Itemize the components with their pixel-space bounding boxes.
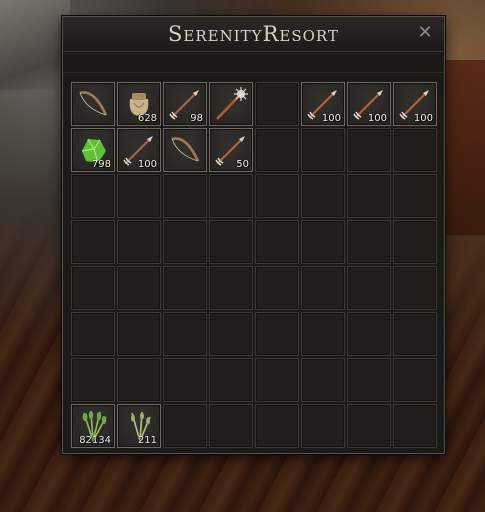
close-icon[interactable]: ✕	[416, 24, 434, 42]
item-quantity: 628	[137, 113, 157, 124]
item-quantity: 100	[137, 159, 157, 170]
inventory-slot-empty[interactable]	[117, 174, 161, 218]
inventory-slot-arrow[interactable]: 50	[209, 128, 253, 172]
inventory-slot-empty[interactable]	[393, 220, 437, 264]
inventory-slot-spiked-arrow[interactable]	[209, 82, 253, 126]
inventory-slot-empty[interactable]	[301, 266, 345, 310]
inventory-slot-empty[interactable]	[209, 174, 253, 218]
inventory-slot-empty[interactable]	[255, 128, 299, 172]
inventory-slot-empty[interactable]	[393, 404, 437, 448]
inventory-slot-empty[interactable]	[71, 266, 115, 310]
inventory-slot-bow[interactable]	[71, 82, 115, 126]
inventory-slot-arrow[interactable]: 100	[301, 82, 345, 126]
background-wall	[0, 0, 70, 90]
inventory-slot-empty[interactable]	[117, 266, 161, 310]
inventory-slot-empty[interactable]	[209, 220, 253, 264]
inventory-slot-empty[interactable]	[209, 404, 253, 448]
item-quantity: 100	[413, 113, 433, 124]
inventory-slot-empty[interactable]	[255, 266, 299, 310]
inventory-slot-empty[interactable]	[301, 128, 345, 172]
inventory-slot-empty[interactable]	[255, 358, 299, 402]
item-quantity: 82134	[79, 435, 111, 446]
item-quantity: 50	[236, 159, 249, 170]
inventory-slot-empty[interactable]	[393, 174, 437, 218]
inventory-slot-empty[interactable]	[163, 312, 207, 356]
inventory-window: SerenityResort ✕ 628 98 100 100 100 798 100 50 8…	[62, 16, 445, 454]
inventory-slot-empty[interactable]	[393, 266, 437, 310]
inventory-slot-empty[interactable]	[163, 220, 207, 264]
inventory-slot-bow[interactable]	[163, 128, 207, 172]
inventory-slot-empty[interactable]	[301, 404, 345, 448]
inventory-slot-empty[interactable]	[255, 174, 299, 218]
inventory-slot-empty[interactable]	[347, 174, 391, 218]
inventory-slot-empty[interactable]	[209, 358, 253, 402]
inventory-slot-empty[interactable]	[301, 312, 345, 356]
inventory-slot-empty[interactable]	[117, 358, 161, 402]
inventory-slot-empty[interactable]	[347, 312, 391, 356]
inventory-slot-empty[interactable]	[393, 312, 437, 356]
inventory-slot-empty[interactable]	[347, 404, 391, 448]
inventory-slot-empty[interactable]	[347, 220, 391, 264]
inventory-slot-empty[interactable]	[163, 266, 207, 310]
inventory-slot-empty[interactable]	[347, 128, 391, 172]
inventory-slot-sack[interactable]: 628	[117, 82, 161, 126]
inventory-slot-empty[interactable]	[301, 358, 345, 402]
inventory-slot-empty[interactable]	[209, 266, 253, 310]
background-table	[439, 60, 485, 235]
item-quantity: 211	[137, 435, 157, 446]
inventory-slot-herb-sprig[interactable]: 211	[117, 404, 161, 448]
inventory-slot-empty[interactable]	[163, 174, 207, 218]
inventory-slot-empty[interactable]	[393, 128, 437, 172]
inventory-slot-empty[interactable]	[347, 266, 391, 310]
inventory-slot-herb-bundle[interactable]: 82134	[71, 404, 115, 448]
inventory-slot-empty[interactable]	[301, 174, 345, 218]
inventory-slot-empty[interactable]	[255, 82, 299, 126]
inventory-slot-green-ore[interactable]: 798	[71, 128, 115, 172]
inventory-slot-empty[interactable]	[255, 404, 299, 448]
inventory-slot-empty[interactable]	[209, 312, 253, 356]
item-quantity: 100	[367, 113, 387, 124]
inventory-slot-empty[interactable]	[393, 358, 437, 402]
inventory-slot-empty[interactable]	[347, 358, 391, 402]
inventory-slot-empty[interactable]	[71, 312, 115, 356]
item-quantity: 98	[190, 113, 203, 124]
window-title: SerenityResort	[168, 22, 339, 46]
inventory-slot-empty[interactable]	[255, 220, 299, 264]
inventory-slot-empty[interactable]	[71, 174, 115, 218]
title-bar[interactable]: SerenityResort ✕	[63, 17, 444, 52]
inventory-slot-empty[interactable]	[71, 358, 115, 402]
item-quantity: 798	[91, 159, 111, 170]
inventory-slot-arrow[interactable]: 100	[347, 82, 391, 126]
inventory-slot-arrow[interactable]: 100	[117, 128, 161, 172]
inventory-slot-empty[interactable]	[163, 358, 207, 402]
inventory-slot-empty[interactable]	[163, 404, 207, 448]
item-quantity: 100	[321, 113, 341, 124]
inventory-slot-empty[interactable]	[117, 312, 161, 356]
inventory-slot-empty[interactable]	[255, 312, 299, 356]
inventory-slot-empty[interactable]	[301, 220, 345, 264]
inventory-slot-empty[interactable]	[117, 220, 161, 264]
inventory-slot-arrow[interactable]: 98	[163, 82, 207, 126]
sub-header-bar	[63, 52, 444, 73]
inventory-grid: 628 98 100 100 100 798 100 50 82134 211	[71, 82, 437, 448]
inventory-slot-empty[interactable]	[71, 220, 115, 264]
inventory-slot-arrow[interactable]: 100	[393, 82, 437, 126]
